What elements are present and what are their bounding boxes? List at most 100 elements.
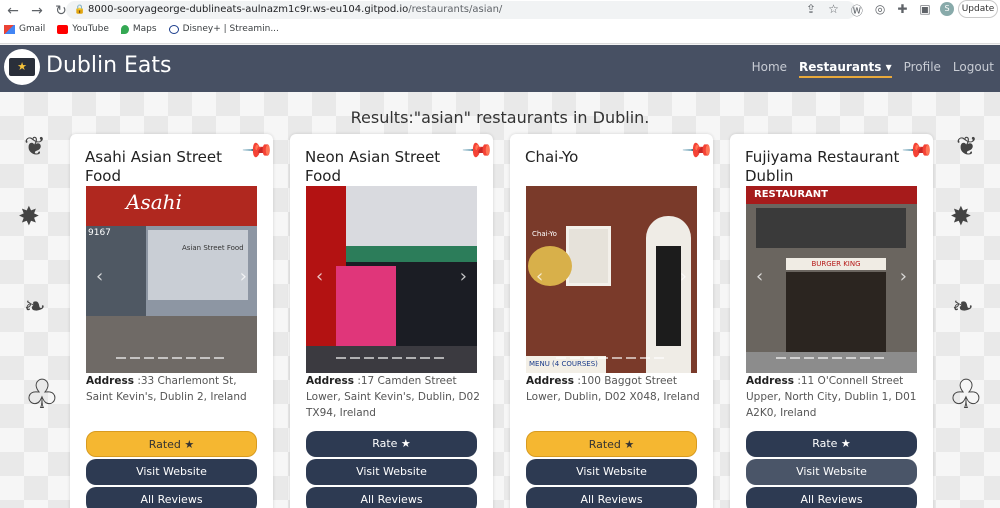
asahi-sign: Asahi (126, 190, 182, 214)
browser-chrome: ← → ↻ 🔒 8000-sooryageorge-dublineats-aul… (0, 0, 1000, 44)
brand-name[interactable]: Dublin Eats (46, 53, 171, 78)
doodle-vegetable-icon: ♧ (948, 372, 984, 418)
url-host: 8000-sooryageorge-dublineats-aulnazm1c9r… (88, 4, 409, 15)
url-path: /restaurants/asian/ (408, 4, 503, 15)
carousel-prev-icon[interactable]: ‹ (756, 266, 763, 287)
carousel-next-icon[interactable]: › (680, 266, 687, 287)
bookmark-gmail[interactable]: Gmail (4, 24, 45, 34)
bookmark-maps[interactable]: Maps (120, 24, 157, 34)
doodle-leaf-icon: ❧ (24, 292, 46, 322)
restaurant-title: Neon Asian Street Food (305, 148, 441, 185)
all-reviews-button[interactable]: All Reviews (526, 487, 697, 508)
carousel-prev-icon[interactable]: ‹ (96, 266, 103, 287)
restaurant-photo-carousel[interactable]: Chai-Yo MENU (4 COURSES) ‹ › (526, 186, 697, 373)
address-bar[interactable]: 🔒 8000-sooryageorge-dublineats-aulnazm1c… (66, 1, 856, 19)
back-icon[interactable]: ← (6, 3, 20, 19)
doodle-vegetable-icon: ♧ (24, 372, 60, 418)
rate-button[interactable]: Rated ★ (86, 431, 257, 457)
carousel-next-icon[interactable]: › (900, 266, 907, 287)
fujiyama-sign: RESTAURANT (746, 186, 917, 204)
url-actions: ⇪ ☆ Ⓦ ◎ ✚ ▣ (806, 2, 931, 19)
carousel-indicators[interactable] (556, 357, 664, 359)
carousel-prev-icon[interactable]: ‹ (536, 266, 543, 287)
restaurant-title: Chai-Yo (525, 148, 579, 166)
share-icon[interactable]: ⇪ (806, 2, 816, 19)
doodle-leaf-icon: ❦ (24, 132, 46, 162)
extension-color-icon[interactable]: ◎ (875, 2, 885, 19)
restaurant-card: Neon Asian Street Food 📌 ‹ › Address :17… (290, 133, 496, 508)
round-sign-shape (528, 246, 572, 286)
restaurant-card: Fujiyama Restaurant Dublin 📌 RESTAURANT … (730, 133, 936, 508)
carousel-next-icon[interactable]: › (460, 266, 467, 287)
bookmark-youtube[interactable]: YouTube (57, 24, 109, 34)
lock-icon: 🔒 (74, 5, 86, 15)
restaurant-title: Asahi Asian Street Food (85, 148, 222, 185)
site-navbar: ★ Dublin Eats Home Restaurants ▾ Profile… (0, 45, 1000, 92)
caret-down-icon: ▾ (885, 60, 892, 74)
rate-button[interactable]: Rate ★ (746, 431, 917, 457)
visit-website-button[interactable]: Visit Website (306, 459, 477, 485)
restaurant-photo-carousel[interactable]: ‹ › (306, 186, 477, 373)
street-shape (746, 352, 917, 373)
disney-icon (168, 24, 179, 34)
doodle-leaf-icon: ❦ (956, 132, 978, 162)
door-shape (656, 246, 681, 346)
update-button[interactable]: Update (958, 0, 998, 18)
bookmark-label: YouTube (72, 24, 109, 34)
restaurant-card: Asahi Asian Street Food 📌 Asahi 9167 Asi… (70, 133, 276, 508)
asahi-subsign: Asian Street Food (182, 244, 244, 252)
pin-icon[interactable]: 📌 (901, 133, 936, 168)
youtube-icon (57, 24, 69, 34)
nav-restaurants[interactable]: Restaurants ▾ (799, 60, 892, 78)
street-shape (306, 346, 477, 373)
all-reviews-button[interactable]: All Reviews (306, 487, 477, 508)
nav-home[interactable]: Home (752, 60, 787, 78)
window-shape (148, 230, 248, 300)
doodle-splat-icon: ✸ (18, 202, 40, 232)
maps-icon (120, 24, 129, 34)
pin-icon[interactable]: 📌 (241, 133, 276, 168)
extensions-puzzle-icon[interactable]: ✚ (897, 2, 907, 19)
neon-glow-shape (336, 266, 396, 346)
carousel-indicators[interactable] (116, 357, 224, 359)
bookmark-label: Gmail (19, 24, 46, 34)
carousel-next-icon[interactable]: › (240, 266, 247, 287)
rate-button[interactable]: Rate ★ (306, 431, 477, 457)
restaurant-title: Fujiyama Restaurant Dublin (745, 148, 900, 185)
forward-icon[interactable]: → (30, 3, 44, 19)
all-reviews-button[interactable]: All Reviews (746, 487, 917, 508)
browser-nav: ← → ↻ (6, 3, 68, 19)
logo-chat-icon: ★ (9, 58, 35, 76)
all-reviews-button[interactable]: All Reviews (86, 487, 257, 508)
nav-profile[interactable]: Profile (904, 60, 941, 78)
profile-avatar[interactable]: S (940, 2, 954, 16)
visit-website-button[interactable]: Visit Website (86, 459, 257, 485)
upper-windows-shape (756, 208, 906, 248)
sidepanel-icon[interactable]: ▣ (919, 2, 930, 19)
storefront-shape (786, 272, 886, 352)
visit-website-button[interactable]: Visit Website (746, 459, 917, 485)
restaurant-photo-carousel[interactable]: Asahi 9167 Asian Street Food ‹ › (86, 186, 257, 373)
restaurant-address: Address :17 Camden Street Lower, Saint K… (306, 373, 481, 421)
rate-button[interactable]: Rated ★ (526, 431, 697, 457)
restaurant-address: Address :11 O'Connell Street Upper, Nort… (746, 373, 921, 421)
bookmarks-bar: Gmail YouTube Maps Disney+ | Streamin... (4, 24, 279, 34)
burger-king-sign: BURGER KING (786, 258, 886, 270)
address-label: Address (746, 375, 794, 387)
bookmark-disney[interactable]: Disney+ | Streamin... (168, 24, 279, 34)
visit-website-button[interactable]: Visit Website (526, 459, 697, 485)
carousel-indicators[interactable] (336, 357, 444, 359)
pin-icon[interactable]: 📌 (681, 133, 716, 168)
restaurant-address: Address :33 Charlemont St, Saint Kevin's… (86, 373, 261, 405)
carousel-indicators[interactable] (776, 357, 884, 359)
carousel-prev-icon[interactable]: ‹ (316, 266, 323, 287)
star-bookmark-icon[interactable]: ☆ (828, 2, 839, 19)
extension-w-icon[interactable]: Ⓦ (851, 2, 863, 19)
nav-logout[interactable]: Logout (953, 60, 994, 78)
doodle-splat-icon: ✸ (950, 202, 972, 232)
gmail-icon (4, 24, 15, 34)
pin-icon[interactable]: 📌 (461, 133, 496, 168)
restaurant-photo-carousel[interactable]: RESTAURANT BURGER KING ‹ › (746, 186, 917, 373)
nav-restaurants-label: Restaurants (799, 60, 882, 74)
site-logo[interactable]: ★ (4, 49, 40, 85)
